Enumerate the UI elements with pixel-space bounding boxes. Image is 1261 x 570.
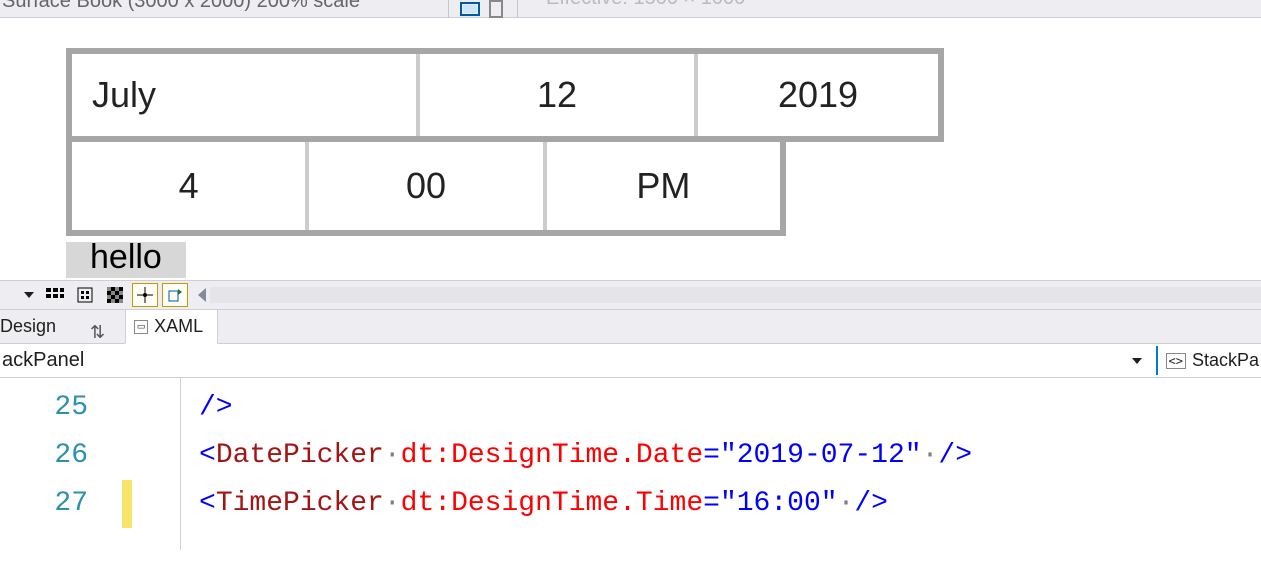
code-line[interactable]: <TimePicker·dt:DesignTime.Time="16:00"·/… [199,480,1261,528]
date-picker-year[interactable]: 2019 [698,54,938,136]
tab-design[interactable]: Design [0,310,70,343]
designer-surface[interactable]: July 12 2019 4 00 PM hello [0,18,1261,280]
code-tag-icon: <> [1166,353,1186,369]
device-toolbar: Surface Book (3000 x 2000) 200% scale Ef… [0,0,1261,18]
orientation-landscape-icon[interactable] [459,0,481,18]
time-picker-hour[interactable]: 4 [72,142,309,230]
snap-grid-icon[interactable] [72,283,98,307]
code-content[interactable]: /><DatePicker·dt:DesignTime.Date="2019-0… [180,378,1261,550]
code-line[interactable]: <DatePicker·dt:DesignTime.Date="2019-07-… [199,432,1261,480]
text-block-hello[interactable]: hello [66,242,186,278]
tab-xaml-label: XAML [154,316,203,337]
tab-xaml[interactable]: ▭ XAML [125,309,218,344]
time-picker-period[interactable]: PM [547,142,780,230]
refresh-designer-icon[interactable] [162,283,188,307]
grid-layout-icon[interactable] [42,283,68,307]
breadcrumb-left[interactable]: ackPanel [2,349,1126,372]
element-breadcrumb: ackPanel <> StackPa [0,344,1261,378]
scroll-left-icon[interactable] [198,288,206,302]
device-label[interactable]: Surface Book (3000 x 2000) 200% scale [0,0,360,13]
horizontal-scrollbar[interactable] [210,287,1261,303]
toolbar-separator [448,0,449,19]
date-picker-day[interactable]: 12 [420,54,698,136]
date-picker-month[interactable]: July [72,54,420,136]
breadcrumb-right-label: StackPa [1192,350,1259,371]
xaml-file-icon: ▭ [134,320,148,334]
checker-icon[interactable] [102,283,128,307]
line-number-gutter: 252627 [0,378,120,550]
line-number: 26 [0,432,88,480]
code-editor[interactable]: 252627 /><DatePicker·dt:DesignTime.Date=… [0,378,1261,550]
line-number: 25 [0,384,88,432]
line-number: 27 [0,480,88,528]
swap-icon: ⇅ [90,322,105,342]
orientation-portrait-icon[interactable] [485,0,507,18]
time-picker-minute[interactable]: 00 [309,142,546,230]
breadcrumb-right-chip[interactable]: <> StackPa [1156,346,1261,375]
modified-line-marker [122,480,132,528]
snap-to-lines-icon[interactable] [132,283,158,307]
designer-bottom-toolbar [0,280,1261,310]
toolbar-separator [517,0,518,19]
tab-design-label: Design [0,316,56,337]
breadcrumb-dropdown[interactable] [1126,350,1148,372]
effective-resolution-label: Effective: 1500 × 1000 [546,0,745,10]
zoom-dropdown[interactable] [0,283,40,307]
date-picker[interactable]: July 12 2019 [66,48,944,142]
swap-panes-button[interactable]: ⇅ [70,322,125,343]
designer-tabs: Design ⇅ ▭ XAML [0,310,1261,344]
code-line[interactable]: /> [199,384,1261,432]
time-picker[interactable]: 4 00 PM [66,142,786,236]
